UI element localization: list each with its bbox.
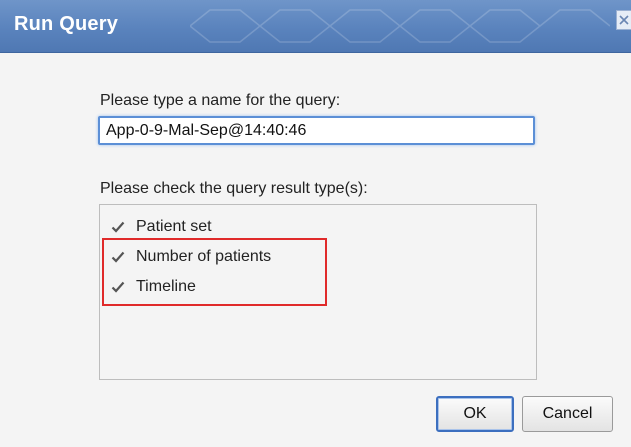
dialog-title: Run Query — [14, 13, 119, 35]
ok-button[interactable]: OK — [436, 396, 514, 432]
query-name-input[interactable] — [98, 116, 535, 145]
result-type-label-patient-set: Patient set — [136, 218, 212, 235]
annotation-highlight-box — [102, 238, 327, 306]
dialog-titlebar[interactable]: Run Query — [0, 0, 631, 53]
result-type-label: Please check the query result type(s): — [100, 180, 368, 197]
close-button[interactable] — [616, 10, 631, 30]
result-type-patient-set[interactable]: Patient set — [110, 215, 212, 239]
close-icon — [619, 15, 629, 25]
run-query-dialog: Run Query Please type a name for the que… — [0, 0, 631, 447]
titlebar-pattern — [190, 9, 610, 43]
query-name-label: Please type a name for the query: — [100, 92, 341, 109]
cancel-button[interactable]: Cancel — [522, 396, 613, 432]
checkmark-icon[interactable] — [110, 219, 126, 235]
